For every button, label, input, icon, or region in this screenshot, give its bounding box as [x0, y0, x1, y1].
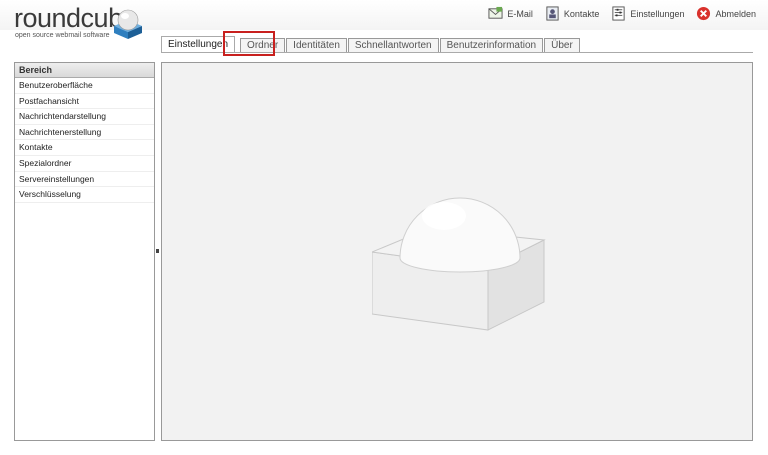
tab-ordner[interactable]: Ordner — [240, 38, 286, 53]
cube-logo-icon — [114, 9, 142, 39]
tab-identitaeten[interactable]: Identitäten — [286, 38, 347, 53]
addressbook-icon — [546, 6, 559, 21]
content-frame — [161, 62, 753, 441]
topnav-logout-label: Abmelden — [715, 8, 756, 19]
tab-ueber[interactable]: Über — [544, 38, 580, 53]
logo-tagline: open source webmail software — [15, 32, 110, 39]
settings-tabs: Einstellungen Ordner Identitäten Schnell… — [161, 36, 581, 53]
topnav-logout[interactable]: Abmelden — [696, 6, 756, 21]
section-item[interactable]: Nachrichtenerstellung — [15, 125, 154, 141]
sections-panel: Bereich Benutzeroberfläche Postfachansic… — [14, 62, 155, 441]
section-item[interactable]: Nachrichtendarstellung — [15, 109, 154, 125]
topnav-settings[interactable]: Einstellungen — [611, 6, 684, 21]
sections-header: Bereich — [15, 63, 154, 78]
section-item[interactable]: Servereinstellungen — [15, 172, 154, 188]
tab-schnellantworten[interactable]: Schnellantworten — [347, 38, 439, 53]
section-item[interactable]: Kontakte — [15, 140, 154, 156]
mail-icon — [488, 6, 503, 19]
roundcube-watermark-icon — [372, 197, 546, 331]
section-item[interactable]: Spezialordner — [15, 156, 154, 172]
topnav-contacts[interactable]: Kontakte — [545, 6, 600, 21]
topnav-email[interactable]: E-Mail — [488, 6, 533, 21]
panel-splitter[interactable] — [156, 249, 159, 253]
topnav-email-label: E-Mail — [507, 8, 533, 19]
tab-underline — [161, 52, 753, 53]
section-item[interactable]: Postfachansicht — [15, 94, 154, 110]
tab-einstellungen[interactable]: Einstellungen — [161, 36, 236, 53]
tab-benutzerinformation[interactable]: Benutzerinformation — [439, 38, 544, 53]
topnav-contacts-label: Kontakte — [563, 8, 600, 19]
settings-icon — [612, 6, 626, 21]
logout-icon — [697, 6, 711, 21]
top-navigation: E-Mail Kontakte Einstellungen Abmelden — [488, 6, 756, 21]
section-item[interactable]: Benutzeroberfläche — [15, 78, 154, 94]
roundcube-logo[interactable]: roundcube open source webmail software — [14, 4, 154, 40]
section-item[interactable]: Verschlüsselung — [15, 187, 154, 203]
topnav-settings-label: Einstellungen — [630, 8, 685, 19]
